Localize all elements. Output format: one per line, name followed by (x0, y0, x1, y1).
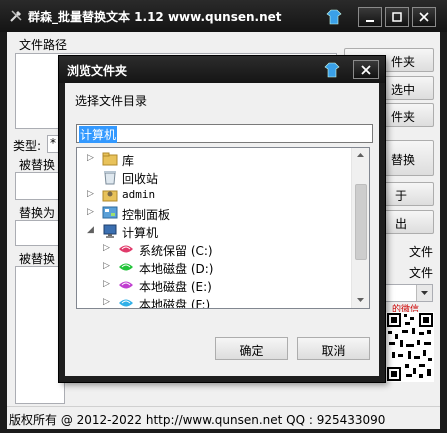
maximize-icon (392, 12, 402, 22)
cancel-button[interactable]: 取消 (297, 337, 370, 360)
close-icon (361, 64, 371, 75)
window-title: 群森_批量替换文本 1.12 www.qunsen.net (28, 10, 282, 24)
skin-shirt-icon[interactable] (326, 8, 342, 26)
copyright-text: 版权所有 @ 2012-2022 http://www.qunsen.net Q… (9, 413, 386, 427)
close-button[interactable] (412, 7, 436, 27)
file-label-2: 文件 (409, 266, 434, 280)
qr-code-image (386, 312, 434, 382)
expand-arrow-icon[interactable]: ▷ (103, 243, 113, 253)
path-label: 文件路径 (19, 38, 68, 52)
user-folder-icon (102, 190, 118, 202)
combo-box[interactable] (385, 284, 433, 302)
dialog-instruction: 选择文件目录 (75, 94, 148, 108)
expand-arrow-icon[interactable]: ▷ (87, 189, 97, 199)
control-panel-icon (102, 206, 118, 219)
combo-dropdown-button[interactable] (416, 285, 432, 301)
expand-arrow-icon[interactable]: ▷ (87, 207, 97, 217)
collapse-arrow-icon[interactable]: ◢ (87, 225, 97, 235)
scroll-down-icon[interactable] (356, 296, 365, 304)
tree-item-drive-d[interactable]: ▷ 本地磁盘 (D:) (77, 258, 353, 276)
replaced-files-label: 被替换 (19, 252, 56, 266)
status-bar: 版权所有 @ 2012-2022 http://www.qunsen.net Q… (7, 406, 440, 429)
scroll-up-icon[interactable] (356, 151, 365, 159)
minimize-button[interactable] (358, 7, 382, 27)
tree-item-recycle-bin[interactable]: 回收站 (77, 168, 353, 186)
tree-item-library[interactable]: ▷ 库 (77, 150, 353, 168)
dialog-client: 选择文件目录 计算机 ▷ 库 回收站 ▷ admin ▷ 控制面板 ◢ 计算机 … (65, 83, 379, 376)
maximize-button[interactable] (385, 7, 409, 27)
tree-item-drive-e[interactable]: ▷ 本地磁盘 (E:) (77, 276, 353, 294)
browse-folder-dialog: 浏览文件夹 选择文件目录 计算机 ▷ 库 回收站 ▷ admin ▷ 控制面板 … (59, 56, 385, 382)
ok-button[interactable]: 确定 (215, 337, 288, 360)
tree-item-computer[interactable]: ◢ 计算机 (77, 222, 353, 240)
drive-icon (119, 299, 133, 307)
tree-scrollbar[interactable] (351, 148, 369, 308)
find-input[interactable] (15, 172, 65, 200)
replace-label: 替换为 (19, 206, 56, 220)
close-icon (419, 12, 429, 22)
library-icon (102, 152, 118, 166)
replace-input[interactable] (15, 220, 65, 246)
folder-tree[interactable]: ▷ 库 回收站 ▷ admin ▷ 控制面板 ◢ 计算机 ▷ 系统保留 (C:)… (76, 147, 370, 309)
find-label: 被替换 (19, 158, 56, 172)
skin-shirt-icon[interactable] (324, 61, 340, 79)
expand-arrow-icon[interactable]: ▷ (103, 297, 113, 307)
expand-arrow-icon[interactable]: ▷ (103, 279, 113, 289)
computer-icon (103, 224, 117, 238)
drive-icon (119, 245, 133, 253)
main-titlebar[interactable]: 群森_批量替换文本 1.12 www.qunsen.net (0, 0, 447, 32)
scroll-thumb[interactable] (355, 184, 367, 260)
drive-icon (119, 281, 133, 289)
type-value: * (50, 136, 56, 150)
expand-arrow-icon[interactable]: ▷ (87, 153, 97, 163)
selected-path-input[interactable]: 计算机 (76, 124, 373, 143)
tree-item-admin[interactable]: ▷ admin (77, 186, 353, 204)
dialog-close-button[interactable] (353, 60, 379, 79)
dialog-title: 浏览文件夹 (67, 64, 128, 78)
type-label: 类型: (13, 139, 42, 153)
drive-icon (119, 263, 133, 271)
recycle-bin-icon (104, 171, 116, 185)
replaced-files-list[interactable] (15, 266, 65, 404)
minimize-icon (366, 20, 374, 22)
tree-item-drive-c[interactable]: ▷ 系统保留 (C:) (77, 240, 353, 258)
chevron-down-icon (421, 291, 428, 295)
expand-arrow-icon[interactable]: ▷ (103, 261, 113, 271)
file-label-1: 文件 (409, 245, 434, 259)
tree-item-control-panel[interactable]: ▷ 控制面板 (77, 204, 353, 222)
tools-icon (10, 10, 22, 22)
tree-item-drive-f[interactable]: ▷ 本地磁盘 (F:) (77, 294, 353, 308)
selected-path-text: 计算机 (79, 126, 118, 143)
dialog-titlebar[interactable]: 浏览文件夹 (59, 56, 385, 83)
